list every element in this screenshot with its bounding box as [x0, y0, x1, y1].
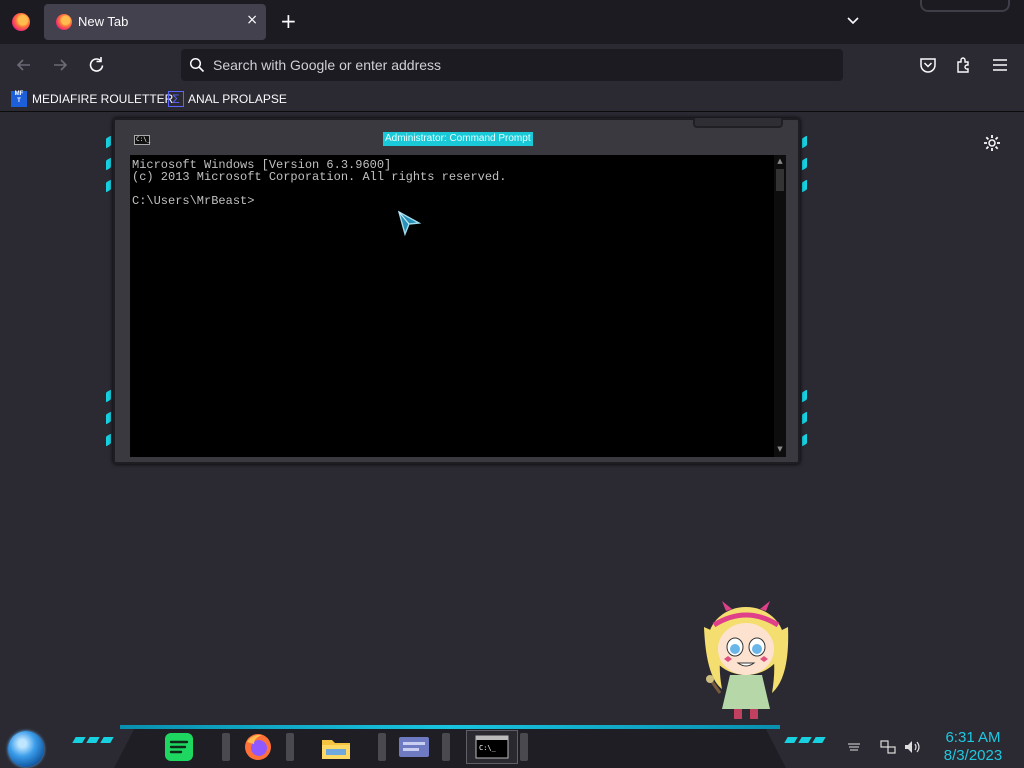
console-output[interactable]: Microsoft Windows [Version 6.3.9600] (c)… [130, 155, 786, 457]
new-tab-button[interactable]: + [280, 9, 297, 33]
clock-time: 6:31 AM [945, 729, 1001, 746]
taskbar-led-decoration [784, 737, 826, 743]
taskbar-separator [442, 733, 450, 761]
taskbar-separator [286, 733, 294, 761]
file-explorer-icon[interactable] [320, 732, 352, 762]
hamburger-menu-icon[interactable] [990, 55, 1010, 75]
command-prompt-window[interactable]: C:\_ Administrator: Command Prompt Micro… [113, 118, 800, 464]
start-button[interactable] [8, 731, 44, 767]
firefox-favicon-icon [56, 14, 72, 30]
bookmark-mediafire-rouletter[interactable]: MF T MEDIAFIRE ROULETTER [11, 89, 173, 109]
volume-icon[interactable] [904, 740, 920, 754]
taskbar-separator [222, 733, 230, 761]
gear-icon[interactable] [982, 133, 1002, 153]
window-frame-decoration [920, 0, 1010, 12]
clock-date: 8/3/2023 [943, 747, 1003, 764]
frame-led-decoration [802, 135, 810, 193]
scrollbar-thumb[interactable] [776, 169, 784, 191]
taskbar-cmd-active[interactable]: C:\_ [466, 730, 518, 764]
bookmarks-toolbar: MF T MEDIAFIRE ROULETTER Σ ANAL PROLAPSE [0, 86, 1024, 112]
show-hidden-icons-icon[interactable] [846, 740, 862, 754]
desktop-screen: New Tab × + Search with Google or enter … [0, 0, 1024, 768]
console-prompt-line: C:\Users\MrBeast> [132, 194, 255, 208]
reload-icon[interactable] [85, 54, 107, 76]
bookmark-label: ANAL PROLAPSE [188, 92, 287, 106]
address-bar[interactable] [181, 49, 843, 81]
mediafire-favicon-icon: MF T [11, 91, 27, 107]
mouse-cursor-icon [397, 210, 422, 237]
frame-led-decoration [802, 389, 810, 447]
extensions-puzzle-icon[interactable] [954, 55, 974, 75]
taskbar-accent-strip [120, 725, 780, 729]
new-tab-page: C:\_ Administrator: Command Prompt Micro… [0, 113, 1024, 725]
browser-tab-bar: New Tab × + [0, 0, 1024, 44]
browser-nav-bar [0, 44, 1024, 86]
network-icon[interactable] [880, 740, 896, 754]
command-prompt-icon: C:\_ [475, 735, 509, 759]
tab-close-icon[interactable]: × [246, 12, 258, 28]
firefox-view-icon[interactable] [12, 13, 30, 31]
pocket-icon[interactable] [918, 55, 938, 75]
scroll-down-arrow-icon[interactable]: ▼ [776, 445, 784, 453]
window-title: Administrator: Command Prompt [383, 132, 533, 146]
tab-list-chevron-icon[interactable] [846, 14, 860, 28]
taskbar-separator [520, 733, 528, 761]
svg-text:C:\_: C:\_ [479, 744, 497, 752]
command-prompt-icon[interactable]: C:\_ [134, 135, 150, 145]
taskbar: C:\_ 6:31 AM 8/3/2023 [0, 725, 1024, 768]
tab-label: New Tab [78, 14, 129, 29]
taskbar-track [114, 729, 786, 768]
back-arrow-icon[interactable] [13, 54, 35, 76]
taskbar-clock[interactable]: 6:31 AM 8/3/2023 [932, 729, 1014, 765]
cartoon-girl-mascot-icon [704, 601, 789, 719]
console-line-2: (c) 2013 Microsoft Corporation. All righ… [132, 170, 507, 184]
sigma-favicon-icon: Σ [168, 91, 184, 107]
search-icon [189, 57, 205, 73]
firefox-icon[interactable] [242, 732, 274, 762]
control-panel-icon[interactable] [398, 732, 430, 762]
address-input[interactable] [213, 53, 813, 77]
bookmark-label: MEDIAFIRE ROULETTER [32, 92, 174, 106]
tab-new-tab[interactable]: New Tab × [44, 4, 266, 40]
taskbar-separator [378, 733, 386, 761]
spotify-icon[interactable] [163, 732, 195, 762]
forward-arrow-icon[interactable] [49, 54, 71, 76]
window-frame-decoration [693, 118, 783, 128]
taskbar-led-decoration [72, 737, 114, 743]
scroll-up-arrow-icon[interactable]: ▲ [776, 157, 784, 165]
bookmark-anal-prolapse[interactable]: Σ ANAL PROLAPSE [168, 89, 287, 109]
console-scrollbar[interactable]: ▲ ▼ [774, 155, 786, 457]
